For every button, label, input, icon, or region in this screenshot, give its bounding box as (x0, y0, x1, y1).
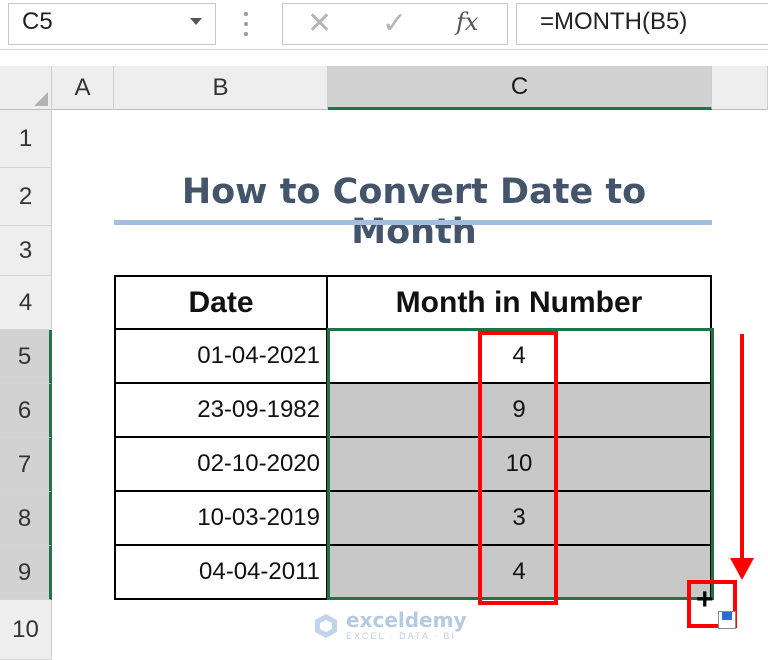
name-box-value[interactable]: C5 (22, 8, 53, 36)
sheet-title[interactable]: How to Convert Date to Month (118, 172, 710, 252)
cancel-icon[interactable]: ✕ (307, 6, 332, 41)
header-date[interactable]: Date (116, 277, 328, 330)
row-header-5[interactable]: 5 (0, 330, 52, 384)
enter-icon[interactable]: ✓ (382, 6, 407, 41)
crosshair-cursor-icon: + (696, 583, 714, 616)
date-cell-b7[interactable]: 02-10-2020 (116, 438, 328, 492)
column-header-a[interactable]: A (52, 66, 114, 110)
name-box-dropdown-icon[interactable] (190, 18, 202, 25)
row-header-7[interactable]: 7 (0, 438, 52, 492)
row-header-4[interactable]: 4 (0, 276, 52, 330)
column-header-b[interactable]: B (114, 66, 328, 110)
down-arrow-head-icon (730, 558, 754, 580)
down-arrow-icon (740, 334, 744, 562)
date-cell-b9[interactable]: 04-04-2011 (116, 546, 328, 600)
column-header-d[interactable] (712, 66, 768, 110)
highlight-box (478, 331, 558, 605)
date-cell-b6[interactable]: 23-09-1982 (116, 384, 328, 438)
row-header-9[interactable]: 9 (0, 546, 52, 600)
exceldemy-logo-icon (315, 613, 337, 638)
watermark-text: exceldemy EXCEL · DATA · BI (346, 610, 467, 641)
more-options-icon[interactable] (243, 10, 249, 38)
formula-value[interactable]: =MONTH(B5) (540, 8, 687, 36)
date-cell-b8[interactable]: 10-03-2019 (116, 492, 328, 546)
watermark-tagline: EXCEL · DATA · BI (346, 631, 456, 641)
row-header-2[interactable]: 2 (0, 168, 52, 226)
header-month[interactable]: Month in Number (328, 277, 712, 330)
row-header-1[interactable]: 1 (0, 110, 52, 168)
date-cell-b5[interactable]: 01-04-2021 (116, 330, 328, 384)
watermark-name: exceldemy (346, 608, 467, 632)
row-header-6[interactable]: 6 (0, 384, 52, 438)
column-header-c[interactable]: C (328, 66, 712, 110)
watermark: exceldemy EXCEL · DATA · BI (312, 610, 467, 641)
row-header-10[interactable]: 10 (0, 600, 52, 660)
select-all-triangle-icon[interactable] (34, 92, 48, 106)
fill-handle-icon[interactable] (722, 612, 732, 620)
row-header-3[interactable]: 3 (0, 226, 52, 276)
title-underline (114, 220, 712, 225)
insert-function-icon[interactable]: fx (456, 8, 478, 36)
row-header-8[interactable]: 8 (0, 492, 52, 546)
